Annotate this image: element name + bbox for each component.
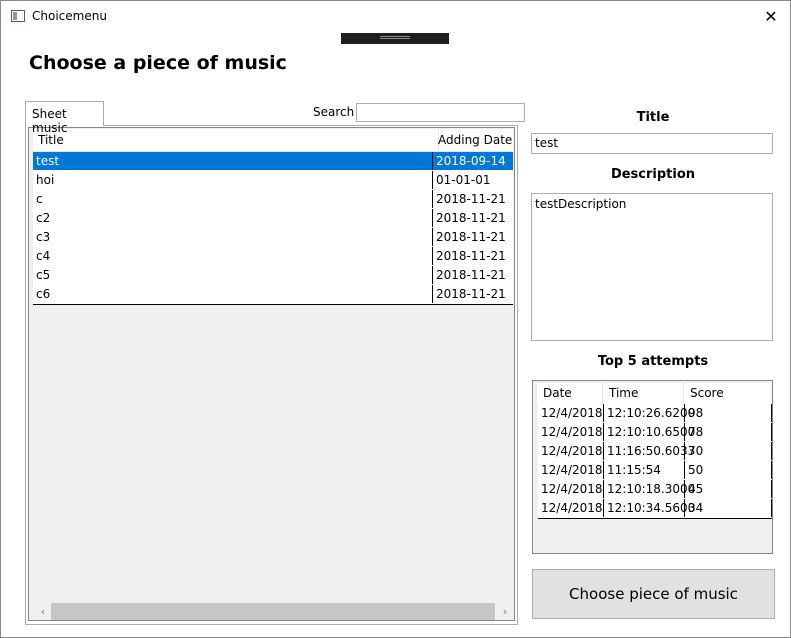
description-field[interactable]: testDescription [531,193,773,341]
column-header-score[interactable]: Score [684,383,771,404]
cell-adding-date: 2018-11-21 [436,249,506,263]
scroll-left-icon[interactable]: ‹ [35,603,51,620]
cell-adding-date: 2018-11-21 [436,287,506,301]
attempt-row[interactable]: 12/4/2018 11:15:54 50 [538,461,772,481]
cell-date: 12/4/2018 [538,423,604,441]
tab-sheet-music[interactable]: Sheet music [25,101,104,135]
cell-score: 45 [685,480,772,498]
table-row[interactable]: test 2018-09-14 [33,152,513,172]
window-title: Choicemenu [32,9,107,23]
cell-date: 12/4/2018 [538,499,604,517]
cell-time: 12:10:18.3000 [604,480,695,498]
cell-date: 12/4/2018 [538,404,604,422]
cell-adding-date: 2018-11-21 [436,230,506,244]
scroll-right-icon[interactable]: › [497,603,513,620]
attempts-grid-header: Date Time Score [537,383,771,404]
search-input[interactable] [356,103,525,122]
cell-date: 12/4/2018 [538,442,604,460]
column-header-adding-date[interactable]: Adding Date [433,129,518,152]
cell-score: 78 [685,423,772,441]
table-row[interactable]: c6 2018-11-21 [33,285,513,305]
horizontal-scrollbar[interactable]: ‹ › [35,603,513,620]
attempt-row[interactable]: 12/4/2018 11:16:50.6033 70 [538,442,772,462]
cell-score: 50 [685,461,772,479]
attempt-row[interactable]: 12/4/2018 12:10:26.6200 98 [538,404,772,424]
title-label: Title [636,110,670,125]
title-bar [1,1,790,31]
table-row[interactable]: c3 2018-11-21 [33,228,513,248]
cell-title: c [33,190,433,208]
cell-adding-date: 2018-09-14 [433,152,513,170]
scrollbar-thumb[interactable] [51,603,495,620]
cell-score: 70 [685,442,772,460]
page-title: Choose a piece of music [29,52,287,74]
attempt-row[interactable]: 12/4/2018 12:10:34.5600 34 [538,499,772,519]
table-row[interactable]: c 2018-11-21 [33,190,513,210]
table-row[interactable]: c5 2018-11-21 [33,266,513,286]
cell-score: 98 [685,404,772,422]
cell-time: 11:16:50.6033 [604,442,695,460]
attempt-row[interactable]: 12/4/2018 12:10:10.6500 78 [538,423,772,443]
cell-date: 12/4/2018 [538,461,604,479]
cell-date: 12/4/2018 [538,480,604,498]
cell-adding-date: 01-01-01 [436,173,491,187]
cell-time: 12:10:10.6500 [604,423,695,441]
close-button[interactable]: ✕ [758,5,784,27]
column-header-time[interactable]: Time [603,383,684,404]
cell-title: c3 [33,228,433,246]
cell-adding-date: 2018-11-21 [436,268,506,282]
cell-title: hoi [33,171,433,189]
music-grid-header: Title Adding Date [33,129,513,152]
cell-time: 11:15:54 [604,461,685,479]
title-field[interactable]: test [531,133,773,154]
choose-piece-button[interactable]: Choose piece of music [532,569,775,619]
cell-adding-date: 2018-11-21 [436,211,506,225]
cell-title: c5 [33,266,433,284]
cell-title: test [33,152,433,170]
cell-adding-date: 2018-11-21 [436,192,506,206]
cell-score: 34 [685,499,772,517]
window-icon [11,10,25,22]
column-header-date[interactable]: Date [537,383,603,404]
cell-time: 12:10:26.6200 [604,404,695,422]
cell-title: c2 [33,209,433,227]
table-row[interactable]: hoi 01-01-01 [33,171,513,191]
cell-title: c6 [33,285,433,303]
attempt-row[interactable]: 12/4/2018 12:10:18.3000 45 [538,480,772,500]
table-row[interactable]: c4 2018-11-21 [33,247,513,267]
drag-handle[interactable] [341,33,449,44]
search-label: Search [313,105,355,119]
description-label: Description [610,167,696,182]
column-header-title[interactable]: Title [33,129,439,152]
table-row[interactable]: c2 2018-11-21 [33,209,513,229]
attempts-label: Top 5 attempts [597,354,709,369]
cell-time: 12:10:34.5600 [604,499,695,517]
cell-title: c4 [33,247,433,265]
